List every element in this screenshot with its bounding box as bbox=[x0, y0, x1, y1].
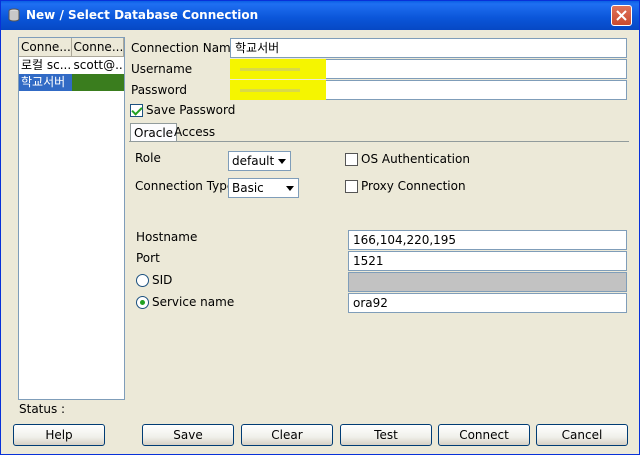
list-item-connection: scott@... bbox=[73, 58, 125, 72]
hostname-label: Hostname bbox=[136, 230, 198, 244]
port-input[interactable]: 1521 bbox=[348, 251, 627, 271]
column-header-name[interactable]: Conne... bbox=[19, 38, 72, 56]
hostname-input[interactable]: 166,104,220,195 bbox=[348, 230, 627, 250]
save-button[interactable]: Save bbox=[142, 424, 234, 446]
proxy-connection-label: Proxy Connection bbox=[361, 179, 466, 193]
connection-name-input[interactable]: 학교서버 bbox=[230, 38, 627, 58]
database-app-icon bbox=[8, 8, 20, 22]
sid-input bbox=[348, 272, 627, 292]
list-item[interactable]: 로컬 sc... scott@... bbox=[19, 57, 124, 74]
sid-label: SID bbox=[152, 273, 173, 287]
service-name-radio[interactable] bbox=[136, 296, 149, 309]
redacted-username bbox=[230, 59, 326, 79]
role-label: Role bbox=[135, 151, 161, 165]
connect-button[interactable]: Connect bbox=[438, 424, 530, 446]
dialog-window: New / Select Database Connection Conne..… bbox=[0, 0, 640, 455]
list-item-name: 로컬 sc... bbox=[21, 58, 72, 72]
username-label: Username bbox=[131, 62, 193, 76]
tab-access[interactable]: Access bbox=[171, 123, 218, 142]
port-label: Port bbox=[136, 251, 160, 265]
save-password-label: Save Password bbox=[146, 103, 236, 117]
os-authentication-checkbox[interactable] bbox=[345, 153, 358, 166]
chevron-down-icon bbox=[278, 159, 286, 164]
connection-type-value: Basic bbox=[232, 181, 264, 195]
help-button[interactable]: Help bbox=[13, 424, 105, 446]
service-name-input[interactable]: ora92 bbox=[348, 293, 627, 313]
connections-list[interactable]: Conne... Conne... 로컬 sc... scott@... 학교서… bbox=[18, 37, 125, 400]
role-select[interactable]: default bbox=[228, 151, 291, 171]
list-item-name: 학교서버 bbox=[19, 74, 72, 91]
window-title: New / Select Database Connection bbox=[26, 8, 259, 22]
connection-name-label: Connection Name bbox=[131, 41, 239, 55]
tab-divider bbox=[129, 141, 629, 142]
proxy-connection-checkbox[interactable] bbox=[345, 180, 358, 193]
close-icon bbox=[616, 10, 627, 21]
redacted-password bbox=[230, 80, 326, 100]
chevron-down-icon bbox=[286, 186, 294, 191]
password-label: Password bbox=[131, 83, 188, 97]
os-authentication-label: OS Authentication bbox=[361, 152, 470, 166]
column-header-connection[interactable]: Conne... bbox=[72, 38, 124, 56]
connection-type-label: Connection Type bbox=[135, 179, 235, 193]
service-name-label: Service name bbox=[152, 295, 235, 309]
close-button[interactable] bbox=[611, 5, 632, 26]
sid-radio[interactable] bbox=[136, 274, 149, 287]
list-item-connection-redacted bbox=[71, 74, 124, 91]
test-button[interactable]: Test bbox=[340, 424, 432, 446]
title-bar[interactable]: New / Select Database Connection bbox=[1, 1, 639, 30]
role-value: default bbox=[232, 154, 275, 168]
connection-type-select[interactable]: Basic bbox=[228, 178, 299, 198]
tab-oracle[interactable]: Oracle bbox=[130, 123, 178, 142]
list-item-selected[interactable]: 학교서버 bbox=[19, 74, 124, 91]
list-header: Conne... Conne... bbox=[19, 38, 124, 57]
status-label: Status : bbox=[19, 402, 66, 416]
clear-button[interactable]: Clear bbox=[241, 424, 333, 446]
save-password-checkbox[interactable] bbox=[130, 104, 143, 117]
cancel-button[interactable]: Cancel bbox=[536, 424, 628, 446]
